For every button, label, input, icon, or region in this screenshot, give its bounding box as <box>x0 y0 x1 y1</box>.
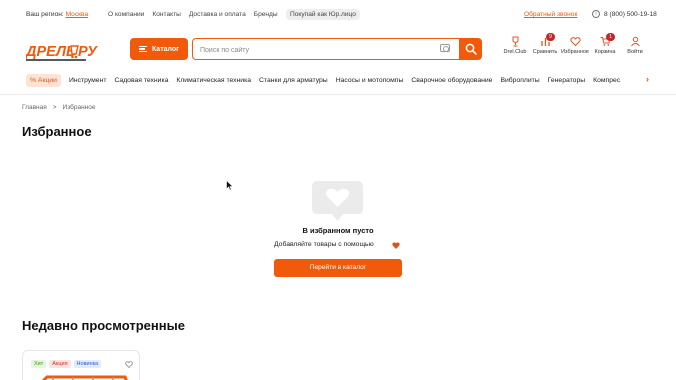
top-links: О компании Контакты Доставка и оплата Бр… <box>108 11 278 18</box>
phone-info-icon: i <box>592 10 600 18</box>
category-item[interactable]: Сварочное оборудование <box>411 77 492 84</box>
chevron-right-icon[interactable]: › <box>646 74 656 86</box>
heart-icon <box>569 37 581 47</box>
breadcrumb-current: Избранное <box>62 104 96 111</box>
user-icon <box>630 36 640 47</box>
favorites-label: Избранное <box>561 49 589 55</box>
mouse-cursor-icon <box>226 180 234 191</box>
header-divider <box>0 94 676 95</box>
empty-state-hint: Добавляйте товары с помощью <box>274 241 374 248</box>
search-input[interactable] <box>193 41 423 60</box>
category-item[interactable]: Станки для арматуры <box>259 77 328 84</box>
tag-new: Новинка <box>73 360 102 368</box>
camera-search-icon[interactable] <box>440 44 450 52</box>
category-nav: % Акции Инструмент Садовая техника Клима… <box>26 72 656 88</box>
trophy-icon <box>512 36 518 47</box>
breadcrumb: Главная > Избранное <box>22 104 96 111</box>
cart-link[interactable]: 1 Корзина <box>590 33 620 62</box>
category-sale[interactable]: % Акции <box>26 73 61 87</box>
link-delivery[interactable]: Доставка и оплата <box>189 11 246 18</box>
phone-number[interactable]: 8 (800) 500-19-18 <box>604 11 657 18</box>
menu-icon <box>138 46 147 52</box>
category-item[interactable]: Компрес <box>593 77 620 84</box>
header-icons: Drel.Club 9 Сравнить Избранное 1 Корзина… <box>500 33 650 62</box>
category-item[interactable]: Генераторы <box>548 77 585 84</box>
search-icon <box>465 43 477 55</box>
region-city-link[interactable]: Москва <box>66 11 89 18</box>
link-brands[interactable]: Бренды <box>254 11 278 18</box>
goto-catalog-button[interactable]: Перейти в каталог <box>274 259 402 277</box>
legal-entity-link[interactable]: Покупай как Юр.лицо <box>286 9 360 20</box>
link-about[interactable]: О компании <box>108 11 144 18</box>
login-label: Войти <box>627 49 643 55</box>
category-item[interactable]: Инструмент <box>69 77 107 84</box>
region-selector[interactable]: Ваш регион: Москва <box>26 11 88 18</box>
category-item[interactable]: Садовая техника <box>114 77 168 84</box>
category-item[interactable]: Виброплиты <box>500 77 539 84</box>
top-bar: Ваш регион: Москва О компании Контакты Д… <box>0 0 676 30</box>
catalog-button-label: Каталог <box>151 45 180 53</box>
category-item[interactable]: Климатическая техника <box>176 77 251 84</box>
svg-text:ДРЕЛЬ: ДРЕЛЬ <box>26 44 76 60</box>
search-box <box>192 38 460 60</box>
club-link[interactable]: Drel.Club <box>500 36 530 62</box>
empty-favorites-icon <box>312 181 363 221</box>
product-card[interactable]: Хит Акция Новинка <box>22 350 140 380</box>
catalog-button[interactable]: Каталог <box>130 38 188 60</box>
compare-label: Сравнить <box>532 49 558 55</box>
recently-viewed-title: Недавно просмотренные <box>22 318 185 333</box>
cart-label: Корзина <box>594 49 616 55</box>
category-item[interactable]: Насосы и мотопомпы <box>336 77 404 84</box>
heart-icon <box>392 242 400 249</box>
svg-text:РУ: РУ <box>78 44 98 60</box>
product-tags: Хит Акция Новинка <box>31 360 102 368</box>
page-title: Избранное <box>22 124 92 139</box>
tag-sale: Акция <box>49 360 71 368</box>
empty-state-title: В избранном пусто <box>302 226 374 235</box>
tag-hit: Хит <box>31 360 47 368</box>
site-logo[interactable]: ДРЕЛЬ РУ <box>26 39 100 63</box>
product-image <box>41 375 128 380</box>
club-label: Drel.Club <box>503 49 527 55</box>
breadcrumb-home[interactable]: Главная <box>22 104 47 111</box>
compare-badge: 9 <box>546 33 555 41</box>
breadcrumb-separator: > <box>52 104 57 111</box>
cart-badge: 1 <box>606 33 615 41</box>
compare-link[interactable]: 9 Сравнить <box>530 33 560 62</box>
callback-link[interactable]: Обратный звонок <box>524 11 577 18</box>
link-contacts[interactable]: Контакты <box>152 11 180 18</box>
favorites-link[interactable]: Избранное <box>560 36 590 62</box>
heart-icon[interactable] <box>125 361 133 368</box>
search-button[interactable] <box>459 38 482 60</box>
login-link[interactable]: Войти <box>620 36 650 62</box>
region-label: Ваш регион: <box>26 11 64 18</box>
